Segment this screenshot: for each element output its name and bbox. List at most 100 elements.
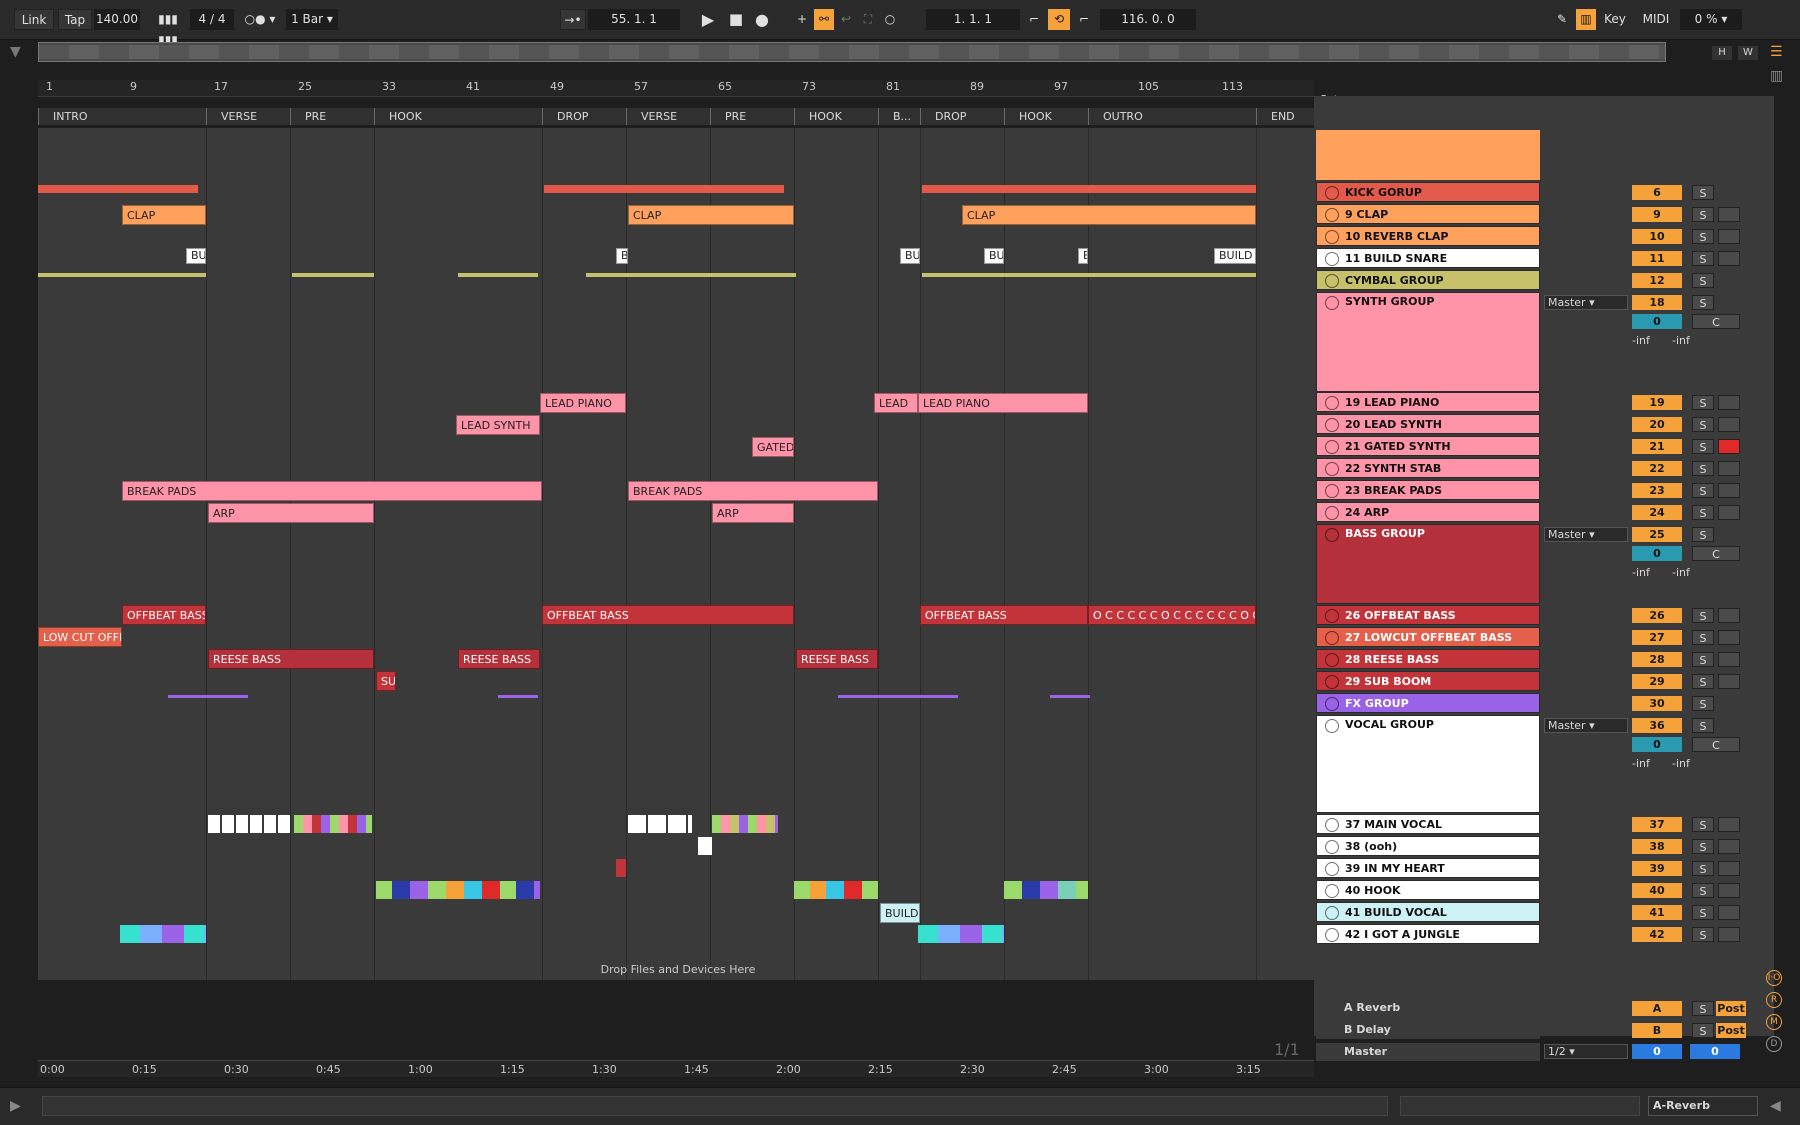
solo-button[interactable]: S (1692, 608, 1714, 623)
track-volume[interactable]: 10 (1632, 229, 1682, 244)
solo-button[interactable]: S (1692, 817, 1714, 832)
play-icon[interactable] (1325, 230, 1339, 244)
ooh-clip[interactable] (698, 837, 712, 855)
center-button[interactable]: C (1692, 546, 1740, 561)
play-icon[interactable] (1325, 609, 1339, 623)
offbeat-bass-clip[interactable]: O C C C C C O C C C C C C O C (1088, 605, 1256, 625)
device-chain-thumb[interactable]: A-Reverb (1648, 1096, 1758, 1116)
solo-button[interactable]: S (1692, 527, 1714, 542)
track-volume[interactable]: 21 (1632, 439, 1682, 454)
track-sub-boom[interactable]: 29 SUB BOOM (1316, 671, 1540, 691)
session-record-icon[interactable]: ○ (880, 9, 900, 30)
cymbal-clip[interactable] (38, 273, 206, 277)
play-icon[interactable] (1325, 462, 1339, 476)
punch-in-icon[interactable]: ⌐ (1024, 9, 1044, 30)
track-volume[interactable]: 18 (1632, 295, 1682, 310)
track-hook[interactable]: 40 HOOK (1316, 880, 1540, 900)
loop-icon[interactable]: ⟲ (1048, 9, 1070, 30)
reese-bass-clip[interactable]: REESE BASS (208, 649, 374, 669)
in-my-heart-clip[interactable] (616, 859, 626, 877)
locator[interactable]: OUTRO (1088, 108, 1143, 125)
post-button[interactable]: Post (1716, 1023, 1746, 1038)
solo-button[interactable]: S (1692, 883, 1714, 898)
returns-toggle-icon[interactable]: R (1766, 992, 1782, 1008)
play-icon[interactable] (1325, 928, 1339, 942)
track-reverb-clap[interactable]: 10 REVERB CLAP (1316, 226, 1540, 246)
pan-field[interactable]: 0 (1632, 546, 1682, 561)
fx-clip[interactable] (498, 695, 538, 698)
locator[interactable]: END (1256, 108, 1295, 125)
track-lead-piano[interactable]: 19 LEAD PIANO (1316, 392, 1540, 412)
track-volume[interactable]: 24 (1632, 505, 1682, 520)
track-volume[interactable]: 20 (1632, 417, 1682, 432)
arm-button[interactable] (1718, 630, 1740, 645)
arm-button[interactable] (1718, 905, 1740, 920)
arm-button[interactable] (1718, 395, 1740, 410)
w-button[interactable]: W (1738, 46, 1758, 60)
solo-button[interactable]: S (1692, 674, 1714, 689)
build-snare-clip[interactable]: BU (900, 248, 920, 264)
arm-button[interactable] (1718, 483, 1740, 498)
locator[interactable]: PRE (710, 108, 746, 125)
locator[interactable]: INTRO (38, 108, 88, 125)
break-pads-clip[interactable]: BREAK PADS (628, 481, 878, 501)
play-icon[interactable] (1325, 506, 1339, 520)
center-button[interactable]: C (1692, 737, 1740, 752)
play-icon[interactable] (1325, 862, 1339, 876)
track-volume[interactable]: 41 (1632, 905, 1682, 920)
solo-button[interactable]: S (1692, 839, 1714, 854)
filter-icon[interactable]: ▼ (10, 44, 28, 62)
locator[interactable]: VERSE (206, 108, 257, 125)
break-pads-clip[interactable]: BREAK PADS (122, 481, 542, 501)
fx-clip[interactable] (1050, 695, 1090, 698)
time-signature[interactable]: 4 / 4 (190, 9, 234, 30)
solo-button[interactable]: S (1692, 652, 1714, 667)
arm-button[interactable] (1718, 229, 1740, 244)
track-volume[interactable]: 36 (1632, 718, 1682, 733)
locator[interactable]: VERSE (626, 108, 677, 125)
output-select[interactable]: Master ▾ (1544, 295, 1628, 310)
group-icon[interactable] (1325, 186, 1339, 200)
delay-toggle-icon[interactable]: D (1766, 1036, 1782, 1052)
cymbal-clip[interactable] (292, 273, 374, 277)
master-track[interactable]: Master (1316, 1043, 1540, 1061)
track-volume[interactable]: 40 (1632, 883, 1682, 898)
beat-ruler[interactable]: 1 9 17 25 33 41 49 57 65 73 81 89 97 105… (38, 80, 1314, 97)
track-volume[interactable]: 6 (1632, 185, 1682, 200)
quantize-select[interactable]: 1 Bar ▾ (286, 9, 338, 30)
play-icon[interactable] (1325, 906, 1339, 920)
hook-clips[interactable] (376, 881, 540, 899)
loop-start[interactable]: 1. 1. 1 (926, 9, 1020, 30)
arm-button[interactable] (1718, 439, 1740, 454)
solo-button[interactable]: S (1692, 861, 1714, 876)
main-vocal-clips[interactable] (294, 815, 372, 833)
track-lowcut-offbeat-bass[interactable]: 27 LOWCUT OFFBEAT BASS (1316, 627, 1540, 647)
track-bass-group[interactable]: BASS GROUP (1316, 524, 1540, 604)
arm-button[interactable] (1718, 461, 1740, 476)
play-icon[interactable]: ▶ (10, 1098, 30, 1116)
h-button[interactable]: H (1712, 46, 1732, 60)
track-vocal-group[interactable]: VOCAL GROUP (1316, 715, 1540, 813)
master-volume[interactable]: 0 (1632, 1044, 1682, 1059)
play-icon[interactable] (1325, 396, 1339, 410)
main-vocal-clips[interactable] (208, 815, 290, 833)
solo-button[interactable]: S (1692, 185, 1714, 200)
automation-arm-icon[interactable]: ⚯ (814, 9, 834, 30)
track-clap[interactable]: 9 CLAP (1316, 204, 1540, 224)
return-track-b[interactable]: B Delay (1316, 1021, 1540, 1039)
main-vocal-clips[interactable] (628, 815, 692, 833)
reese-bass-clip[interactable]: REESE BASS (796, 649, 878, 669)
build-snare-clip[interactable]: B (1078, 248, 1088, 264)
track-volume[interactable]: 39 (1632, 861, 1682, 876)
solo-button[interactable]: S (1692, 483, 1714, 498)
io-toggle-icon[interactable]: I·O (1766, 970, 1782, 986)
track-volume[interactable]: 12 (1632, 273, 1682, 288)
play-icon[interactable] (1325, 675, 1339, 689)
solo-button[interactable]: S (1692, 505, 1714, 520)
sub-boom-clip[interactable]: SUI (376, 671, 396, 691)
track-build-snare[interactable]: 11 BUILD SNARE (1316, 248, 1540, 268)
lead-piano-clip[interactable]: LEAD PIANO (918, 393, 1088, 413)
metronome-icon[interactable]: ▮▮▮ ▮▮▮ (148, 9, 188, 47)
punch-out-icon[interactable]: ⌐ (1074, 9, 1094, 30)
cymbal-clip[interactable] (586, 273, 796, 277)
